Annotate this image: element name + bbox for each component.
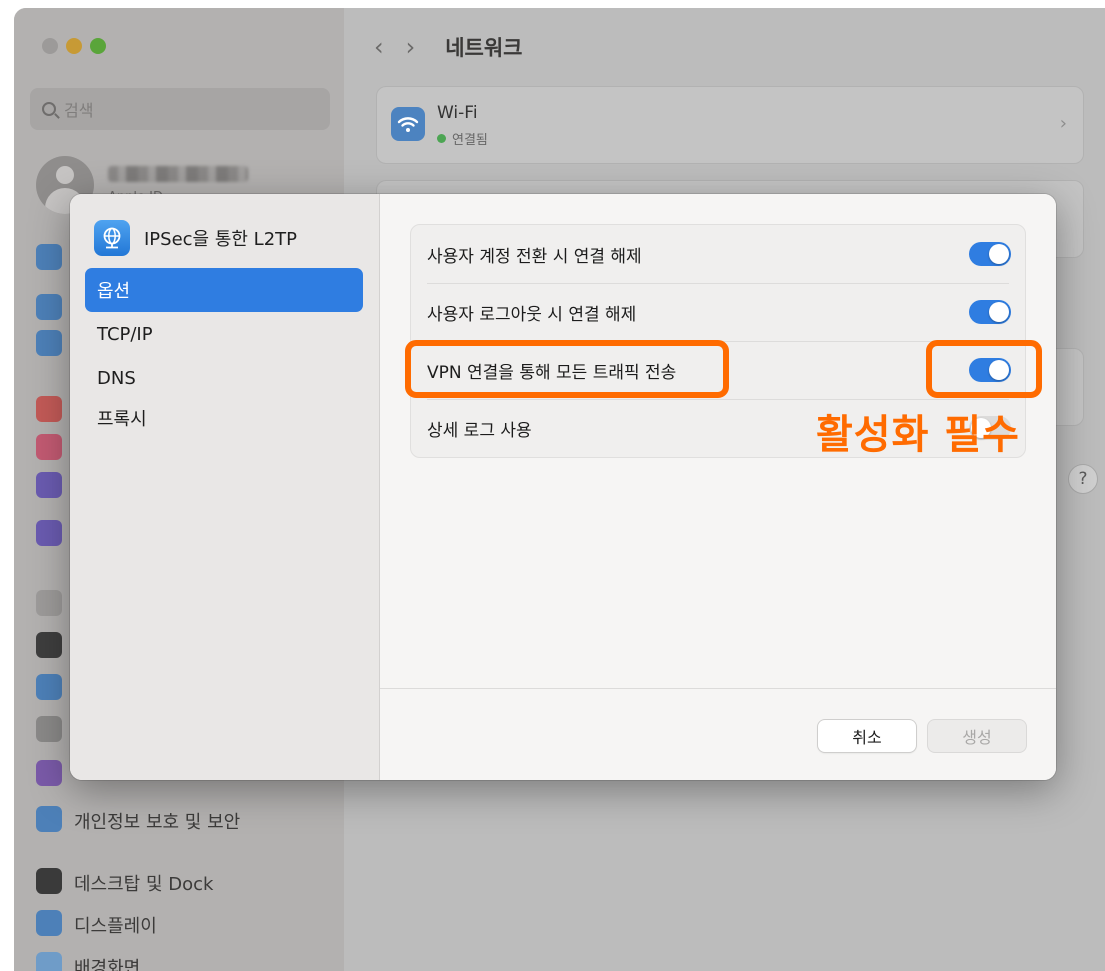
wifi-status: 연결됨 <box>437 129 488 148</box>
search-icon <box>42 102 56 116</box>
vpn-header: IPSec을 통한 L2TP <box>94 220 297 256</box>
footer-divider <box>380 688 1056 689</box>
appearance-icon[interactable] <box>36 632 62 658</box>
back-chevron-icon[interactable]: ‹ <box>374 33 384 61</box>
chevron-right-icon: › <box>1059 113 1067 134</box>
vpn-sidebar: IPSec을 통한 L2TP 옵션 TCP/IP DNS 프록시 <box>70 194 380 780</box>
wallpaper-icon <box>36 952 62 971</box>
annotation-highlight-toggle <box>926 340 1042 398</box>
sidebar-item-privacy[interactable]: 개인정보 보호 및 보안 <box>74 808 240 834</box>
option-row-disconnect-logout: 사용자 로그아웃 시 연결 해제 <box>411 283 1025 341</box>
disconnect-switch-user-toggle[interactable] <box>969 242 1011 266</box>
wifi-icon <box>391 107 425 141</box>
sidebar-item-displays[interactable]: 디스플레이 <box>74 912 157 938</box>
focus-icon[interactable] <box>36 472 62 498</box>
network-icon[interactable] <box>36 330 62 356</box>
sidebar-item-desktop-dock[interactable]: 데스크탑 및 Dock <box>74 870 213 896</box>
siri-icon[interactable] <box>36 760 62 786</box>
sun-icon <box>36 910 62 936</box>
close-window-button[interactable] <box>42 38 58 54</box>
hand-icon <box>36 806 62 832</box>
bluetooth-icon[interactable] <box>36 294 62 320</box>
wifi-status-text: 연결됨 <box>452 133 488 148</box>
notifications-icon[interactable] <box>36 396 62 422</box>
option-row-disconnect-switch-user: 사용자 계정 전환 시 연결 해제 <box>411 225 1025 283</box>
vpn-options-panel: 사용자 계정 전환 시 연결 해제 사용자 로그아웃 시 연결 해제 VPN 연… <box>380 194 1056 780</box>
option-label: 사용자 로그아웃 시 연결 해제 <box>427 304 637 325</box>
wifi-icon[interactable] <box>36 244 62 270</box>
wifi-card[interactable]: Wi-Fi 연결됨 › <box>376 86 1084 164</box>
maximize-window-button[interactable] <box>90 38 106 54</box>
accessibility-icon[interactable] <box>36 674 62 700</box>
screen-time-icon[interactable] <box>36 520 62 546</box>
status-dot <box>437 134 446 143</box>
cancel-button[interactable]: 취소 <box>818 720 916 752</box>
tab-tcpip[interactable]: TCP/IP <box>85 312 363 356</box>
tab-tcpip-label: TCP/IP <box>97 323 153 345</box>
tab-dns-label: DNS <box>97 367 136 389</box>
wifi-name: Wi-Fi <box>437 103 478 123</box>
option-label: 상세 로그 사용 <box>427 420 532 441</box>
sidebar-item-wallpaper[interactable]: 배경화면 <box>74 954 140 971</box>
create-button[interactable]: 생성 <box>928 720 1026 752</box>
dock-icon <box>36 868 62 894</box>
tab-dns[interactable]: DNS <box>85 356 363 400</box>
option-label: 사용자 계정 전환 시 연결 해제 <box>427 246 642 267</box>
help-button[interactable]: ? <box>1068 464 1098 494</box>
vpn-type-title: IPSec을 통한 L2TP <box>144 229 298 250</box>
minimize-window-button[interactable] <box>66 38 82 54</box>
vpn-config-sheet: IPSec을 통한 L2TP 옵션 TCP/IP DNS 프록시 사용자 계정 … <box>70 194 1056 780</box>
search-placeholder: 검색 <box>64 101 94 120</box>
tab-options-label: 옵션 <box>97 281 131 302</box>
page-title: 네트워크 <box>445 36 523 60</box>
control-center-icon[interactable] <box>36 716 62 742</box>
search-field[interactable]: 검색 <box>30 88 330 130</box>
annotation-highlight-label <box>405 340 729 398</box>
forward-chevron-icon[interactable]: › <box>406 33 416 61</box>
globe-icon <box>94 220 130 256</box>
disconnect-logout-toggle[interactable] <box>969 300 1011 324</box>
annotation-text: 활성화 필수 <box>816 412 1020 458</box>
sound-icon[interactable] <box>36 434 62 460</box>
navigation-bar: ‹ › 네트워크 <box>374 32 523 62</box>
tab-proxy-label: 프록시 <box>97 409 147 430</box>
general-icon[interactable] <box>36 590 62 616</box>
tab-proxy[interactable]: 프록시 <box>85 396 363 440</box>
blurred-user-name <box>108 166 248 182</box>
tab-options[interactable]: 옵션 <box>85 268 363 312</box>
